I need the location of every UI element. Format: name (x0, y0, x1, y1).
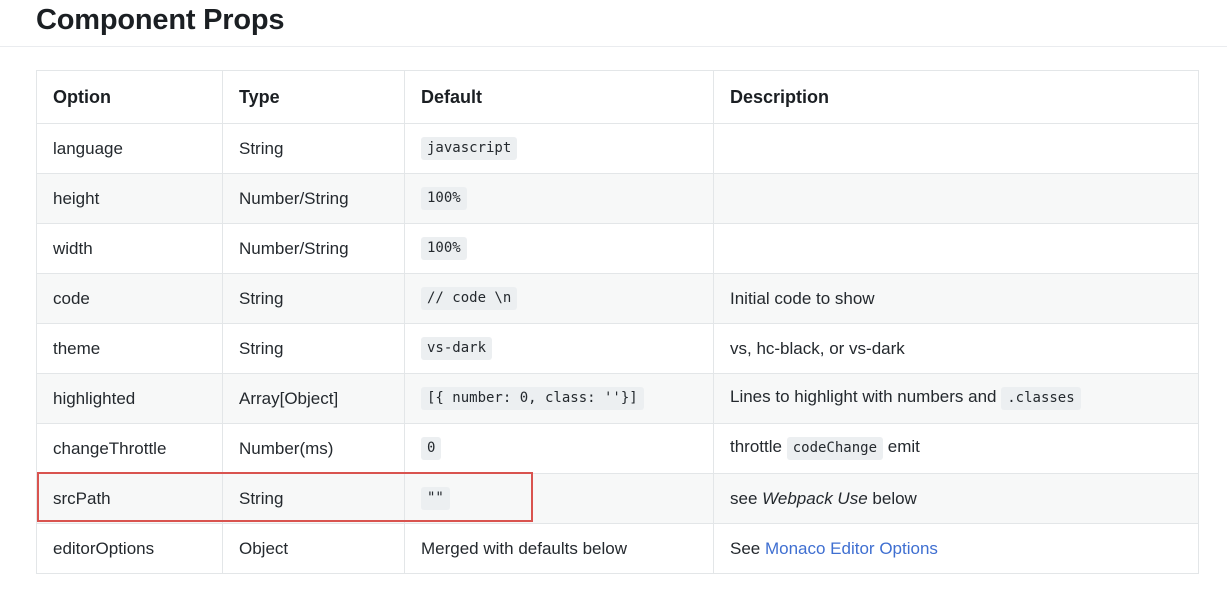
cell-option: changeThrottle (36, 423, 223, 474)
cell-description: Initial code to show (713, 273, 1199, 324)
description-text: See (730, 538, 761, 558)
table-row: language String javascript (36, 123, 1199, 174)
code-span-default: javascript (421, 136, 518, 161)
description-text-suffix: below (872, 488, 917, 508)
table-header-row: Option Type Default Description (36, 70, 1199, 124)
table-row: editorOptions Object Merged with default… (36, 523, 1199, 574)
cell-default: // code \n (404, 273, 714, 324)
code-span-default: 100% (421, 236, 467, 261)
code-span-codechange: codeChange (786, 436, 884, 461)
cell-description: See Monaco Editor Options (713, 523, 1199, 574)
table-row: width Number/String 100% (36, 223, 1199, 274)
cell-default: 100% (404, 173, 714, 224)
table-body: language String javascript height Number… (36, 123, 1199, 574)
code-span-default: [{ number: 0, class: ''}] (421, 386, 644, 411)
code-span-classes: .classes (1001, 386, 1081, 411)
code-span-default: "" (421, 486, 450, 511)
cell-option: height (36, 173, 223, 224)
cell-option: width (36, 223, 223, 274)
cell-description: see Webpack Use below (713, 473, 1199, 524)
code-span-default: vs-dark (421, 336, 493, 361)
cell-description (713, 223, 1199, 274)
cell-default: 100% (404, 223, 714, 274)
cell-option: editorOptions (36, 523, 223, 574)
cell-type: Number(ms) (222, 423, 405, 474)
description-text: throttle (730, 436, 782, 456)
component-props-table: Option Type Default Description language… (36, 70, 1199, 574)
code-span-default: // code \n (421, 286, 518, 311)
cell-option: language (36, 123, 223, 174)
cell-type: String (222, 273, 405, 324)
code-span-default: 100% (421, 186, 467, 211)
cell-default: Merged with defaults below (404, 523, 714, 574)
cell-option: highlighted (36, 373, 223, 424)
column-header-option: Option (36, 70, 223, 124)
table-row-srcpath: srcPath String "" see Webpack Use below (36, 473, 1199, 524)
cell-type: Array[Object] (222, 373, 405, 424)
cell-description: Lines to highlight with numbers and .cla… (713, 373, 1199, 424)
cell-type: String (222, 323, 405, 374)
cell-type: Object (222, 523, 405, 574)
cell-type: Number/String (222, 223, 405, 274)
title-divider (0, 46, 1227, 47)
column-header-default: Default (404, 70, 714, 124)
table-row: theme String vs-dark vs, hc-black, or vs… (36, 323, 1199, 374)
table-header: Option Type Default Description (36, 70, 1199, 124)
description-text-suffix: emit (887, 436, 920, 456)
description-text: Lines to highlight with numbers and (730, 386, 997, 406)
cell-default: 0 (404, 423, 714, 474)
cell-description (713, 173, 1199, 224)
cell-default: javascript (404, 123, 714, 174)
cell-default: vs-dark (404, 323, 714, 374)
table-row: height Number/String 100% (36, 173, 1199, 224)
column-header-description: Description (713, 70, 1199, 124)
page-title: Component Props (36, 4, 285, 36)
component-props-table-wrapper: Option Type Default Description language… (36, 70, 1199, 574)
table-row: changeThrottle Number(ms) 0 throttle cod… (36, 423, 1199, 474)
cell-type: Number/String (222, 173, 405, 224)
cell-type: String (222, 123, 405, 174)
cell-description (713, 123, 1199, 174)
cell-default: [{ number: 0, class: ''}] (404, 373, 714, 424)
cell-type: String (222, 473, 405, 524)
table-row: code String // code \n Initial code to s… (36, 273, 1199, 324)
document-page: Component Props Option Type Default Desc… (0, 0, 1227, 594)
table-row: highlighted Array[Object] [{ number: 0, … (36, 373, 1199, 424)
code-span-default: 0 (421, 436, 442, 461)
description-emphasis: Webpack Use (762, 488, 868, 508)
monaco-editor-options-link[interactable]: Monaco Editor Options (765, 539, 938, 558)
description-text: see (730, 488, 758, 508)
cell-description: vs, hc-black, or vs-dark (713, 323, 1199, 374)
cell-option: code (36, 273, 223, 324)
cell-option: srcPath (36, 473, 223, 524)
cell-description: throttle codeChange emit (713, 423, 1199, 474)
cell-default: "" (404, 473, 714, 524)
column-header-type: Type (222, 70, 405, 124)
cell-option: theme (36, 323, 223, 374)
